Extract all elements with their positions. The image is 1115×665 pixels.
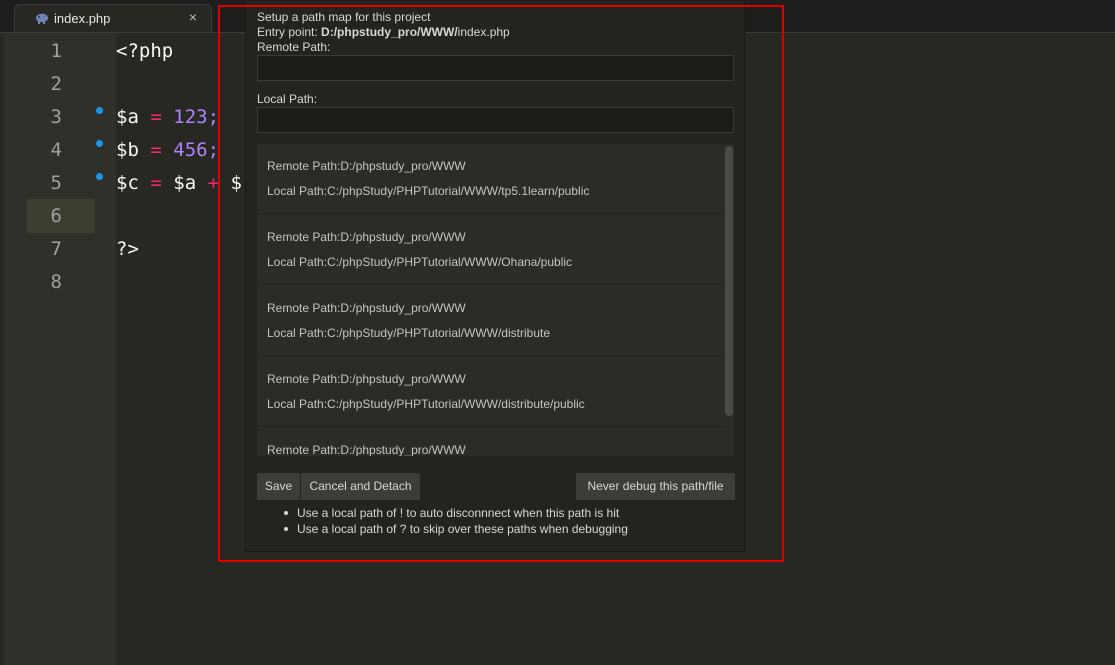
code-line-3: $a = 123; — [116, 106, 219, 128]
code-token: = — [150, 139, 162, 161]
line-number: 3 — [50, 106, 62, 128]
code-token: $b — [116, 139, 139, 161]
code-token: 123; — [173, 106, 220, 128]
breakpoint-dot[interactable] — [96, 173, 103, 180]
line-number: 2 — [50, 73, 62, 95]
code-token: $c — [116, 172, 139, 194]
code-token: $a — [173, 172, 197, 194]
breakpoint-dot[interactable] — [96, 140, 103, 147]
php-elephant-icon — [35, 11, 49, 24]
line-number: 5 — [50, 172, 62, 194]
code-line-7: ?> — [116, 238, 139, 260]
annotation-highlight-box — [218, 5, 784, 562]
line-number: 7 — [50, 238, 62, 260]
close-icon[interactable]: × — [189, 9, 197, 25]
line-number: 6 — [50, 205, 62, 227]
code-line-1: <?php — [116, 40, 174, 62]
code-token: = — [150, 106, 162, 128]
tab-label: index.php — [54, 11, 111, 26]
code-line-4: $b = 456; — [116, 139, 219, 161]
line-number: 8 — [50, 271, 62, 293]
breakpoint-dot[interactable] — [96, 107, 103, 114]
line-number: 1 — [50, 40, 62, 62]
code-token: $a — [116, 106, 139, 128]
line-number: 4 — [50, 139, 62, 161]
code-token: 456; — [173, 139, 220, 161]
code-token: = — [150, 172, 162, 194]
tab-index-php[interactable]: index.php × — [14, 4, 212, 32]
